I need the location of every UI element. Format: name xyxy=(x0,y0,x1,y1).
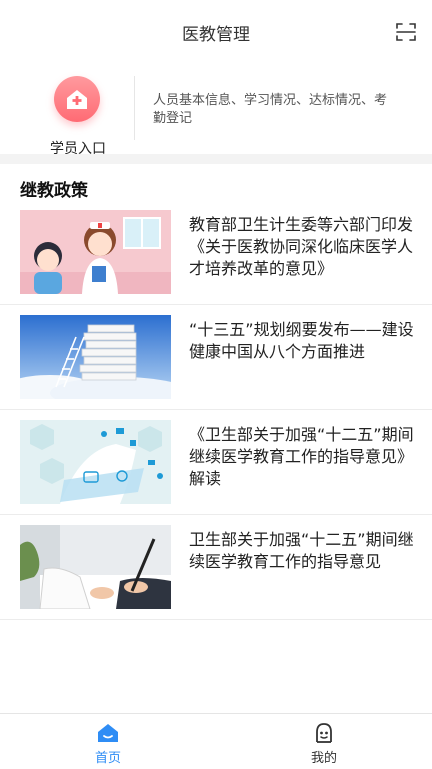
page-title: 医教管理 xyxy=(182,25,250,45)
tab-mine-label: 我的 xyxy=(310,751,337,766)
tab-mine[interactable]: 我的 xyxy=(216,714,432,769)
news-thumbnail-medical-tech xyxy=(20,420,171,504)
news-item[interactable]: 教育部卫生计生委等六部门印发《关于医教协同深化临床医学人才培养改革的意见》 xyxy=(0,200,432,305)
tab-home-label: 首页 xyxy=(94,751,121,766)
home-plus-icon xyxy=(54,76,100,122)
student-entry-button[interactable]: 学员入口 xyxy=(40,72,116,157)
section-gap xyxy=(0,154,432,164)
student-entry-description: 人员基本信息、学习情况、达标情况、考勤登记 xyxy=(153,93,388,126)
user-face-icon xyxy=(316,723,332,743)
news-item[interactable]: 卫生部关于加强“十二五”期间继续医学教育工作的指导意见 xyxy=(0,515,432,620)
news-item[interactable]: 《卫生部关于加强“十二五”期间继续医学教育工作的指导意见》解读 xyxy=(0,410,432,515)
news-thumbnail-books-sky xyxy=(20,315,171,399)
student-entry-panel: 学员入口 人员基本信息、学习情况、达标情况、考勤登记 xyxy=(0,62,432,157)
news-title: 卫生部关于加强“十二五”期间继续医学教育工作的指导意见 xyxy=(189,530,414,571)
news-list: 教育部卫生计生委等六部门印发《关于医教协同深化临床医学人才培养改革的意见》 “十… xyxy=(0,200,432,620)
news-title: “十三五”规划纲要发布——建设健康中国从八个方面推进 xyxy=(189,320,414,361)
tab-home[interactable]: 首页 xyxy=(0,714,216,769)
divider xyxy=(134,76,135,140)
news-thumbnail-signing xyxy=(20,525,171,609)
news-title: 《卫生部关于加强“十二五”期间继续医学教育工作的指导意见》解读 xyxy=(189,425,414,488)
scan-icon[interactable] xyxy=(394,20,418,44)
news-item[interactable]: “十三五”规划纲要发布——建设健康中国从八个方面推进 xyxy=(0,305,432,410)
news-thumbnail-nurse-child xyxy=(20,210,171,294)
section-title: 继教政策 xyxy=(20,181,88,201)
app-header: 医教管理 xyxy=(0,0,432,63)
bottom-tab-bar: 首页 我的 xyxy=(0,713,432,769)
news-title: 教育部卫生计生委等六部门印发《关于医教协同深化临床医学人才培养改革的意见》 xyxy=(189,215,414,278)
home-icon xyxy=(98,724,118,742)
